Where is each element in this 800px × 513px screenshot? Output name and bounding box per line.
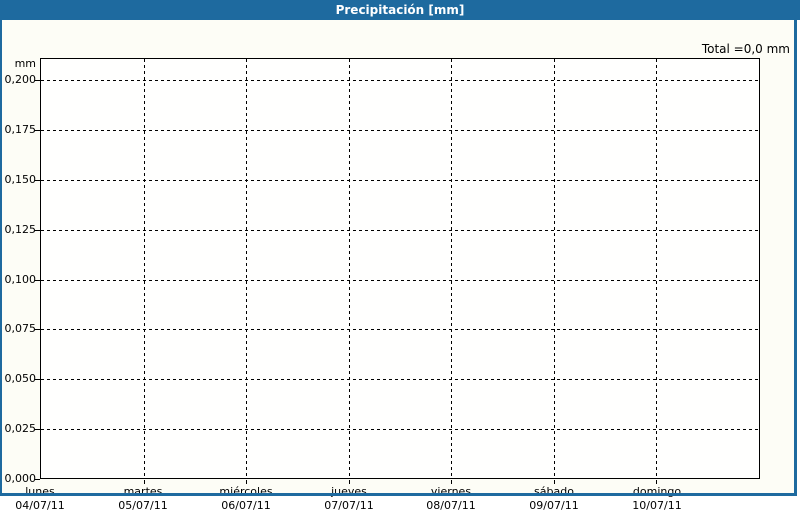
x-day-label: sábado [534, 485, 574, 498]
v-gridline [349, 59, 350, 478]
x-day-label: viernes [430, 485, 472, 498]
x-axis-tick [246, 480, 247, 484]
x-category-label: viernes 08/07/11 [396, 485, 506, 513]
x-category-label: miércoles 06/07/11 [191, 485, 301, 513]
chart-title-bar: Precipitación [mm] [0, 0, 800, 20]
x-date-label: 09/07/11 [529, 499, 579, 512]
x-category-label: domingo 10/07/11 [602, 485, 712, 513]
y-tick-label: 0,150 [4, 173, 37, 186]
x-category-label: lunes 04/07/11 [0, 485, 95, 513]
h-gridline [41, 180, 759, 181]
x-axis-tick [144, 480, 145, 484]
x-date-label: 08/07/11 [426, 499, 476, 512]
v-gridline [144, 59, 145, 478]
x-category-label: martes 05/07/11 [88, 485, 198, 513]
frame-border-right [794, 20, 797, 496]
x-date-label: 07/07/11 [324, 499, 374, 512]
y-axis-unit-label: mm [14, 57, 36, 70]
x-date-label: 10/07/11 [632, 499, 682, 512]
v-gridline [246, 59, 247, 478]
x-date-label: 05/07/11 [118, 499, 168, 512]
y-tick-label: 0,100 [4, 273, 37, 286]
y-tick-label: 0,175 [4, 123, 37, 136]
y-tick-label: 0,025 [4, 422, 37, 435]
x-day-label: domingo [632, 485, 682, 498]
precipitation-chart-window: { "window": { "title": "Precipitación [m… [0, 0, 800, 512]
h-gridline [41, 80, 759, 81]
x-date-label: 06/07/11 [221, 499, 271, 512]
y-tick-label: 0,050 [4, 372, 37, 385]
v-gridline [451, 59, 452, 478]
h-gridline [41, 329, 759, 330]
x-axis-tick [349, 480, 350, 484]
y-tick-label: 0,075 [4, 322, 37, 335]
frame-border-bottom [0, 493, 797, 496]
x-category-label: sábado 09/07/11 [499, 485, 609, 513]
frame-border-left [0, 20, 2, 496]
x-day-label: jueves [331, 485, 367, 498]
x-axis-tick [656, 480, 657, 484]
x-day-label: martes [123, 485, 163, 498]
plot-area [40, 58, 760, 479]
total-precipitation-label: Total =0,0 mm [701, 42, 790, 56]
h-gridline [41, 280, 759, 281]
v-gridline [554, 59, 555, 478]
chart-title: Precipitación [mm] [335, 3, 465, 17]
v-gridline [656, 59, 657, 478]
x-axis-tick [451, 480, 452, 484]
h-gridline [41, 230, 759, 231]
x-axis-tick [554, 480, 555, 484]
x-day-label: lunes [25, 485, 55, 498]
h-gridline [41, 429, 759, 430]
x-date-label: 04/07/11 [15, 499, 65, 512]
chart-content-area: Total =0,0 mm mm 0,200 0,175 0,150 0,125 0,1… [0, 20, 797, 512]
y-tick-label: 0,125 [4, 223, 37, 236]
x-category-label: jueves 07/07/11 [294, 485, 404, 513]
x-day-label: miércoles [219, 485, 273, 498]
h-gridline [41, 130, 759, 131]
y-tick-label: 0,200 [4, 73, 37, 86]
y-tick-label: 0,000 [4, 472, 37, 485]
h-gridline [41, 379, 759, 380]
